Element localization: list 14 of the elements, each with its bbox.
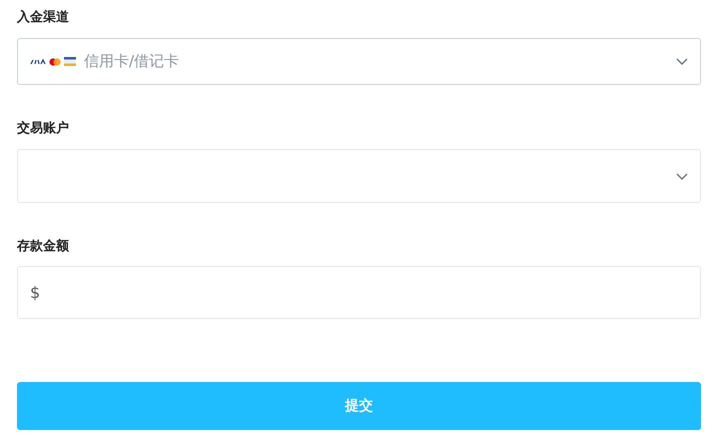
card-logo-icon — [30, 58, 46, 66]
amount-field[interactable]: $ — [17, 266, 701, 319]
select-value: 信用卡/借记卡 — [84, 52, 180, 71]
field-label: 交易账户 — [17, 120, 70, 138]
submit-button[interactable]: 提交 — [17, 382, 701, 430]
field-label: 入金渠道 — [17, 8, 70, 27]
select-field[interactable]: 信用卡/借记卡 — [17, 38, 701, 85]
chevron-down-icon — [676, 172, 688, 180]
chevron-down-icon — [676, 58, 688, 65]
field-label: 存款金额 — [17, 238, 70, 256]
card-logo-icon — [49, 58, 61, 66]
card-logo-icon — [64, 57, 76, 66]
currency-symbol: $ — [30, 283, 40, 302]
select-field[interactable] — [17, 149, 701, 203]
